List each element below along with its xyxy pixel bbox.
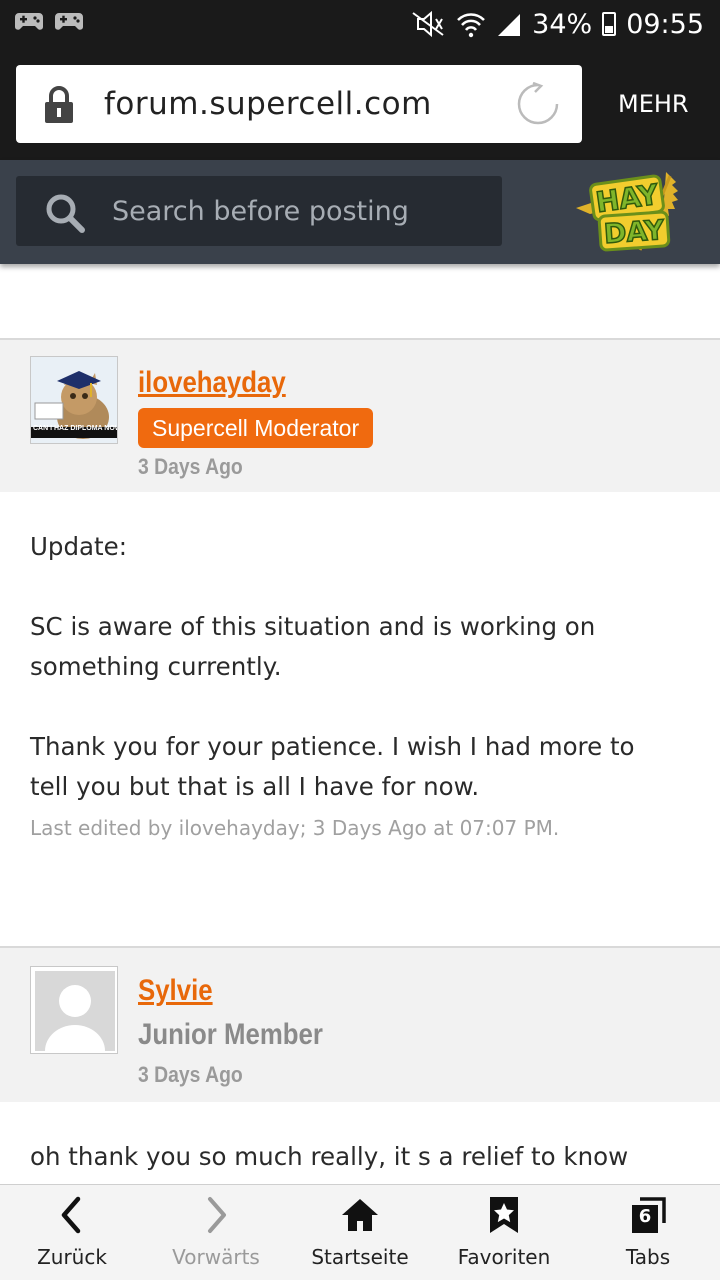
post-header: Sylvie Junior Member 3 Days Ago: [0, 946, 720, 1102]
post-time: 3 Days Ago: [138, 1062, 243, 1087]
tabs-button[interactable]: 6 Tabs: [576, 1185, 720, 1280]
game-controller-icon: [55, 13, 83, 30]
post-paragraph: SC is aware of this situation and is wor…: [30, 612, 596, 681]
post-body: oh thank you so much really, it s a reli…: [30, 1137, 680, 1177]
search-input[interactable]: Search before posting: [16, 176, 502, 246]
svg-text:DAY: DAY: [603, 215, 666, 250]
post-time: 3 Days Ago: [138, 454, 243, 479]
back-label: Zurück: [37, 1245, 107, 1269]
favorites-label: Favoriten: [457, 1245, 551, 1269]
tabs-icon: 6: [628, 1195, 668, 1235]
reload-icon[interactable]: [516, 82, 560, 126]
search-icon: [46, 194, 85, 233]
game-controller-icon: [15, 13, 43, 30]
post-paragraph: Thank you for your patience. I wish I ha…: [30, 732, 635, 801]
post-paragraph: oh thank you so much really, it s a reli…: [30, 1142, 629, 1171]
url-text[interactable]: forum.supercell.com: [104, 86, 432, 122]
browser-toolbar: forum.supercell.com MEHR: [0, 48, 720, 160]
member-rank: Junior Member: [138, 1018, 323, 1051]
bookmark-star-icon: [490, 1197, 518, 1233]
system-indicators: 34% 09:55: [410, 6, 704, 42]
avatar[interactable]: [30, 966, 118, 1054]
site-header: Search before posting HAY DAY: [0, 160, 720, 264]
browser-bottom-nav: Zurück Vorwärts Startseite Favoriten 6 T…: [0, 1184, 720, 1280]
home-icon: [342, 1199, 378, 1231]
forward-label: Vorwärts: [172, 1245, 260, 1269]
post-header: CAN I HAZ DIPLOMA NOW? ilovehayday Super…: [0, 338, 720, 492]
forward-button[interactable]: Vorwärts: [144, 1185, 288, 1280]
avatar-caption: CAN I HAZ DIPLOMA NOW?: [33, 425, 117, 432]
search-placeholder: Search before posting: [112, 196, 409, 227]
hay-day-logo[interactable]: HAY DAY: [570, 168, 694, 256]
clock: 09:55: [626, 8, 704, 40]
wifi-icon: [457, 13, 486, 38]
lock-icon: [45, 86, 73, 123]
back-button[interactable]: Zurück: [0, 1185, 144, 1280]
default-avatar-image: [35, 971, 115, 1051]
mute-icon: [412, 10, 444, 38]
edited-note: Last edited by ilovehayday; 3 Days Ago a…: [30, 816, 560, 840]
favorites-button[interactable]: Favoriten: [432, 1185, 576, 1280]
moderator-badge: Supercell Moderator: [138, 408, 374, 448]
post-body: Update: SC is aware of this situation an…: [30, 527, 680, 807]
status-bar: 34% 09:55: [0, 0, 720, 48]
battery-percent: 34%: [532, 8, 593, 40]
post-paragraph: Update:: [30, 532, 127, 561]
address-bar[interactable]: forum.supercell.com: [16, 65, 582, 143]
battery-icon: [602, 12, 617, 36]
avatar[interactable]: CAN I HAZ DIPLOMA NOW?: [30, 356, 118, 444]
tabs-label: Tabs: [625, 1245, 671, 1269]
back-arrow-icon: [61, 1196, 81, 1234]
username-link[interactable]: Sylvie: [138, 974, 213, 1008]
home-button[interactable]: Startseite: [288, 1185, 432, 1280]
home-label: Startseite: [311, 1245, 409, 1269]
forward-arrow-icon: [208, 1197, 226, 1233]
notification-icons: [14, 10, 84, 32]
username-link[interactable]: ilovehayday: [138, 366, 286, 400]
signal-icon: [498, 14, 521, 36]
more-menu-button[interactable]: MEHR: [618, 90, 689, 118]
tab-count: 6: [638, 1206, 652, 1227]
